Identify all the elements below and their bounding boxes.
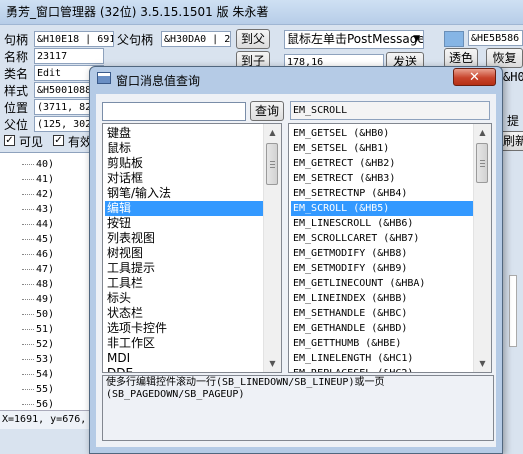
- category-item[interactable]: MDI: [105, 351, 263, 366]
- message-query-dialog: 窗口消息值查询 ✕ 查询 EM_SCROLL 键盘 鼠标 剪贴板 对话框 钢笔/输入法编…: [89, 66, 503, 454]
- field-label: 类名: [4, 67, 29, 81]
- tree-node[interactable]: 55): [21, 382, 54, 397]
- category-scrollbar[interactable]: ▲ ▼: [263, 124, 281, 372]
- main-right-edge: [505, 160, 523, 360]
- field-label: 样式: [4, 84, 29, 98]
- search-input[interactable]: [102, 102, 246, 121]
- dialog-client: 查询 EM_SCROLL 键盘 鼠标 剪贴板 对话框 钢笔/输入法 编辑 按钮 列表视图 树视图…: [96, 94, 496, 447]
- message-list[interactable]: EM_GETSEL (&HB0) EM_SETSEL (&HB1) EM_GETRE…: [288, 123, 492, 373]
- field-value[interactable]: 23117: [34, 48, 104, 64]
- scroll-up-icon[interactable]: ▲: [474, 124, 491, 141]
- tree-node[interactable]: 47): [21, 262, 54, 277]
- chevron-down-icon: ▼: [413, 34, 420, 44]
- main-window-title: 勇芳_窗口管理器 (32位) 3.5.15.1501 版 朱永著: [6, 5, 269, 19]
- category-item[interactable]: 键盘: [105, 126, 263, 141]
- message-item[interactable]: EM_SETRECTNP (&HB4): [291, 186, 473, 201]
- message-item[interactable]: EM_GETLINECOUNT (&HBA): [291, 276, 473, 291]
- refresh-button[interactable]: 刷新: [500, 131, 523, 151]
- category-item[interactable]: 工具提示: [105, 261, 263, 276]
- right-fragment-label: 提: [507, 114, 520, 128]
- close-button[interactable]: ✕: [453, 68, 496, 86]
- tree-node[interactable]: 52): [21, 337, 54, 352]
- right-fragment-value: &H0: [503, 70, 523, 84]
- tree-node[interactable]: 44): [21, 217, 54, 232]
- dialog-titlebar[interactable]: 窗口消息值查询 ✕: [90, 67, 502, 91]
- tree-node[interactable]: 43): [21, 202, 54, 217]
- message-item[interactable]: EM_REPLACESEL (&HC2): [291, 366, 473, 372]
- category-item[interactable]: 非工作区: [105, 336, 263, 351]
- message-item[interactable]: EM_SETHANDLE (&HBC): [291, 306, 473, 321]
- color-value-field[interactable]: &HE5B586: [468, 30, 523, 46]
- field-label: 名称: [4, 50, 29, 64]
- tree-node[interactable]: 54): [21, 367, 54, 382]
- category-item[interactable]: 按钮: [105, 216, 263, 231]
- tree-node[interactable]: 53): [21, 352, 54, 367]
- transparent-button[interactable]: 透色: [444, 48, 478, 68]
- visible-checkbox[interactable]: ✓: [4, 135, 15, 146]
- category-item[interactable]: 鼠标: [105, 141, 263, 156]
- selected-message-field[interactable]: EM_SCROLL: [290, 101, 490, 120]
- tree-node[interactable]: 40): [21, 157, 54, 172]
- message-item[interactable]: EM_GETRECT (&HB2): [291, 156, 473, 171]
- message-item[interactable]: EM_SETMODIFY (&HB9): [291, 261, 473, 276]
- message-scrollbar[interactable]: ▲ ▼: [473, 124, 491, 372]
- tree-node[interactable]: 45): [21, 232, 54, 247]
- message-item[interactable]: EM_GETSEL (&HB0): [291, 126, 473, 141]
- color-swatch[interactable]: [444, 31, 464, 47]
- field-value[interactable]: &H10E18 | 691: [34, 31, 114, 47]
- field-label: 位置: [4, 101, 29, 115]
- close-icon: ✕: [469, 70, 480, 85]
- visible-checkbox-label: 可见: [19, 135, 44, 149]
- message-item[interactable]: EM_SETSEL (&HB1): [291, 141, 473, 156]
- category-item[interactable]: 树视图: [105, 246, 263, 261]
- category-item[interactable]: 对话框: [105, 171, 263, 186]
- action-dropdown-value: 鼠标左单击PostMessage: [287, 32, 424, 46]
- message-item[interactable]: EM_GETMODIFY (&HB8): [291, 246, 473, 261]
- message-description: 使多行编辑控件滚动一行(SB_LINEDOWN/SB_LINEUP)或一页 (S…: [102, 375, 494, 441]
- category-item[interactable]: 标头: [105, 291, 263, 306]
- restore-button[interactable]: 恢复: [486, 48, 523, 68]
- message-item[interactable]: EM_SCROLLCARET (&HB7): [291, 231, 473, 246]
- message-item[interactable]: EM_GETTHUMB (&HBE): [291, 336, 473, 351]
- query-button[interactable]: 查询: [250, 101, 284, 121]
- scroll-thumb[interactable]: [476, 143, 488, 183]
- goto-parent-button[interactable]: 到父: [236, 29, 270, 49]
- message-item[interactable]: EM_LINELENGTH (&HC1): [291, 351, 473, 366]
- tree-node[interactable]: 48): [21, 277, 54, 292]
- tree-node[interactable]: 49): [21, 292, 54, 307]
- category-item[interactable]: 状态栏: [105, 306, 263, 321]
- scroll-down-icon[interactable]: ▼: [264, 355, 281, 372]
- tree-node[interactable]: 50): [21, 307, 54, 322]
- parent-handle-label: 父句柄: [117, 33, 154, 47]
- scroll-down-icon[interactable]: ▼: [474, 355, 491, 372]
- tree-node[interactable]: 41): [21, 172, 54, 187]
- tree-node[interactable]: 51): [21, 322, 54, 337]
- category-item[interactable]: 工具栏: [105, 276, 263, 291]
- action-dropdown[interactable]: 鼠标左单击PostMessage ▼: [284, 30, 424, 49]
- category-item[interactable]: 列表视图: [105, 231, 263, 246]
- message-item[interactable]: EM_LINEINDEX (&HBB): [291, 291, 473, 306]
- valid-checkbox[interactable]: ✓: [53, 135, 64, 146]
- dialog-title: 窗口消息值查询: [116, 74, 201, 88]
- category-item[interactable]: 编辑: [105, 201, 263, 216]
- category-item[interactable]: 钢笔/输入法: [105, 186, 263, 201]
- message-item[interactable]: EM_LINESCROLL (&HB6): [291, 216, 473, 231]
- scroll-thumb[interactable]: [266, 143, 278, 185]
- field-label: 句柄: [4, 33, 29, 47]
- scroll-up-icon[interactable]: ▲: [264, 124, 281, 141]
- message-item[interactable]: EM_GETHANDLE (&HBD): [291, 321, 473, 336]
- main-titlebar: 勇芳_窗口管理器 (32位) 3.5.15.1501 版 朱永著: [0, 0, 523, 25]
- tree-node[interactable]: 42): [21, 187, 54, 202]
- message-item[interactable]: EM_SETRECT (&HB3): [291, 171, 473, 186]
- field-label: 父位: [4, 118, 29, 132]
- category-item[interactable]: DDE: [105, 366, 263, 372]
- category-item[interactable]: 选项卡控件: [105, 321, 263, 336]
- parent-handle-field[interactable]: &H30DA0 | 20: [161, 31, 231, 47]
- category-item[interactable]: 剪贴板: [105, 156, 263, 171]
- tree-node[interactable]: 46): [21, 247, 54, 262]
- window-icon: [97, 72, 111, 84]
- message-item[interactable]: EM_SCROLL (&HB5): [291, 201, 473, 216]
- category-list[interactable]: 键盘 鼠标 剪贴板 对话框 钢笔/输入法 编辑 按钮 列表视图 树视图 工具提示 工具栏 标头 状态栏选…: [102, 123, 282, 373]
